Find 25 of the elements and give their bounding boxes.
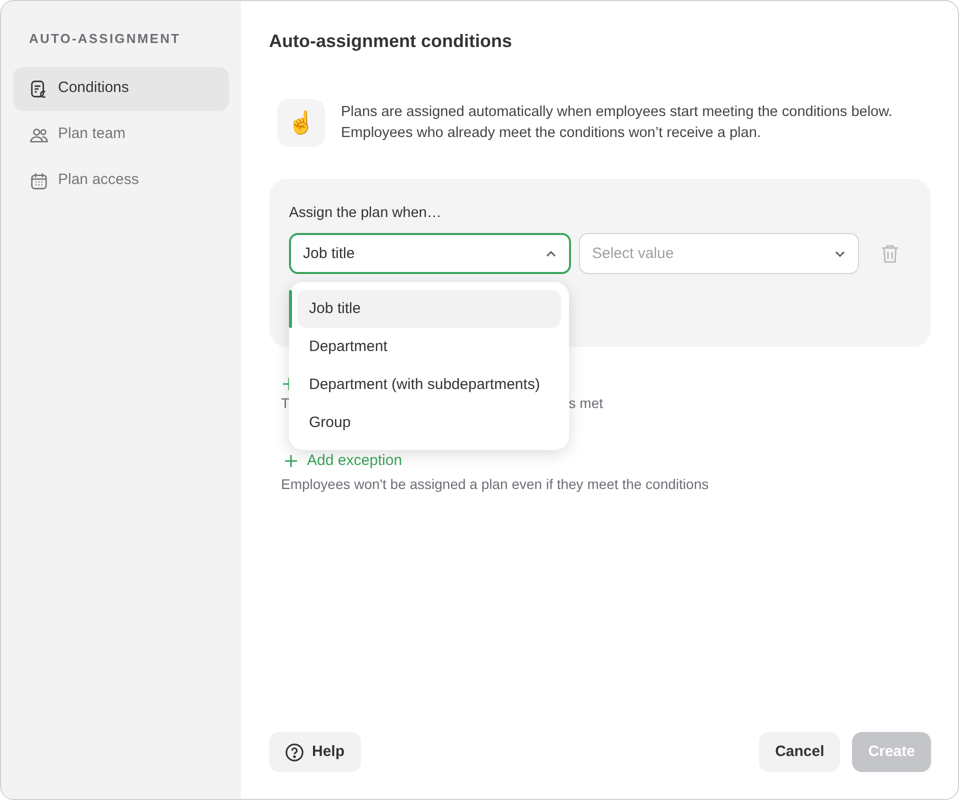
sidebar-item[interactable]: Plan access xyxy=(13,158,229,202)
exception-hint: Employees won't be assigned a plan even if they meet the conditions xyxy=(281,475,710,494)
info-text: Plans are assigned automatically when employees start meeting the conditions below. Employees who already meet the conditions won’t receive a plan. xyxy=(341,102,894,143)
selection-indicator xyxy=(289,290,292,328)
dropdown-option[interactable]: Group xyxy=(297,404,561,442)
hint-text: s met xyxy=(568,394,603,413)
caret-icon xyxy=(834,250,846,258)
page-title: Auto-assignment conditions xyxy=(269,31,513,53)
trash-icon[interactable] xyxy=(881,244,899,264)
caret-icon xyxy=(545,250,557,258)
help-icon xyxy=(285,742,304,762)
pointing-hand-icon: ☝ xyxy=(277,98,325,147)
dropdown-option[interactable]: Job title xyxy=(297,290,561,328)
condition-label: Assign the plan when… xyxy=(289,204,442,223)
calendar-icon xyxy=(29,170,49,190)
plus-icon xyxy=(285,454,297,467)
attribute-select[interactable]: Job title xyxy=(289,233,571,274)
sidebar-item[interactable]: Plan team xyxy=(13,112,229,156)
dropdown-option[interactable]: Department xyxy=(297,328,561,366)
sidebar-item[interactable]: Conditions xyxy=(13,66,229,110)
hint-text: T xyxy=(281,394,290,413)
help-button[interactable]: Help xyxy=(269,732,361,772)
dropdown-option[interactable]: Department (with subdepartments) xyxy=(297,366,561,404)
sidebar-title: AUTO-ASSIGNMENT xyxy=(28,30,182,48)
cancel-button[interactable]: Cancel xyxy=(759,732,840,772)
